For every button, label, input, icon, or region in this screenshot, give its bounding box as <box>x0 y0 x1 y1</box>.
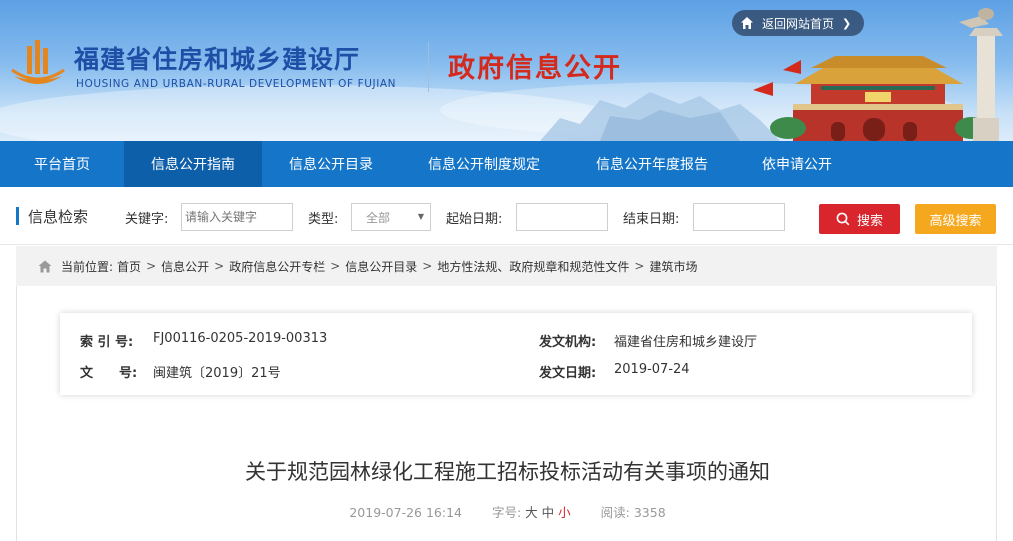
keyword-input[interactable] <box>181 203 293 231</box>
index-number-value: FJ00116-0205-2019-00313 <box>153 331 328 346</box>
type-select[interactable]: 全部 ▼ <box>351 203 431 231</box>
issue-date-value: 2019-07-24 <box>614 362 690 377</box>
breadcrumb-separator: > <box>634 259 645 273</box>
issuer-label: 发文机构: <box>539 335 597 350</box>
font-size-large[interactable]: 大 <box>525 505 538 520</box>
breadcrumb-separator: > <box>422 259 433 273</box>
nav-item-disclosure-catalog[interactable]: 信息公开目录 <box>262 141 400 187</box>
brand-divider <box>428 42 429 92</box>
breadcrumb-prefix: 当前位置: <box>61 259 114 274</box>
site-banner: 福建省住房和城乡建设厅 HOUSING AND URBAN-RURAL DEVE… <box>0 0 1013 141</box>
search-icon <box>836 212 850 226</box>
home-icon <box>38 260 52 272</box>
end-date-input[interactable] <box>693 203 785 231</box>
main-nav: 平台首页 信息公开指南 信息公开目录 信息公开制度规定 信息公开年度报告 依申请… <box>0 141 1013 187</box>
font-size-small[interactable]: 小 <box>558 505 571 520</box>
info-search-bar: 信息检索 关键字: 类型: 全部 ▼ 起始日期: 结束日期: 搜索 高级搜索 <box>0 187 1013 245</box>
nav-item-annual-report[interactable]: 信息公开年度报告 <box>568 141 736 187</box>
brand-name-cn: 福建省住房和城乡建设厅 <box>74 45 361 74</box>
breadcrumb-item-info-disclosure[interactable]: 信息公开 <box>161 258 209 275</box>
nav-item-disclosure-guide[interactable]: 信息公开指南 <box>124 141 262 187</box>
home-icon <box>741 17 753 29</box>
document-number-label: 文 号: <box>80 366 138 381</box>
breadcrumb-separator: > <box>146 259 157 273</box>
breadcrumb-item-catalog[interactable]: 信息公开目录 <box>345 258 417 275</box>
views-label: 阅读: <box>600 505 630 520</box>
search-title: 信息检索 <box>28 208 89 226</box>
breadcrumb-item-home[interactable]: 首页 <box>117 258 141 275</box>
return-home-label: 返回网站首页 <box>762 16 835 31</box>
breadcrumb-separator: > <box>214 259 225 273</box>
index-number-label: 索 引 号: <box>80 335 134 350</box>
issue-date-label: 发文日期: <box>539 366 597 381</box>
breadcrumb-separator: > <box>330 259 341 273</box>
nav-item-platform-home[interactable]: 平台首页 <box>0 141 124 187</box>
type-label: 类型: <box>308 212 339 227</box>
search-button[interactable]: 搜索 <box>819 204 900 234</box>
breadcrumb-item-column[interactable]: 政府信息公开专栏 <box>229 258 325 275</box>
brand-name-en: HOUSING AND URBAN-RURAL DEVELOPMENT OF F… <box>76 78 397 90</box>
article-info: 2019-07-26 16:14 字号: 大 中 小 阅读: 3358 <box>17 502 998 521</box>
end-date-label: 结束日期: <box>623 212 680 227</box>
type-select-value: 全部 <box>366 210 391 225</box>
start-date-label: 起始日期: <box>446 212 503 227</box>
caret-down-icon: ▼ <box>417 212 424 221</box>
document-number-value: 闽建筑〔2019〕21号 <box>153 366 281 381</box>
department-logo <box>11 40 65 84</box>
breadcrumb-item-regulations[interactable]: 地方性法规、政府规章和规范性文件 <box>437 258 629 275</box>
start-date-input[interactable] <box>516 203 608 231</box>
breadcrumb-item-construction-market[interactable]: 建筑市场 <box>649 258 697 275</box>
nav-item-apply-disclosure[interactable]: 依申请公开 <box>736 141 858 187</box>
nav-item-disclosure-rules[interactable]: 信息公开制度规定 <box>400 141 568 187</box>
breadcrumb: 当前位置: 首页 > 信息公开 > 政府信息公开专栏 > 信息公开目录 > 地方… <box>16 246 997 286</box>
return-home-link[interactable]: 返回网站首页 ❯ <box>732 10 864 36</box>
section-marker <box>16 207 19 225</box>
publish-time: 2019-07-26 16:14 <box>349 505 462 520</box>
issuer-value: 福建省住房和城乡建设厅 <box>614 335 758 350</box>
article-title: 关于规范园林绿化工程施工招标投标活动有关事项的通知 <box>245 460 770 484</box>
advanced-search-button[interactable]: 高级搜索 <box>915 204 996 234</box>
views-count: 3358 <box>633 505 666 520</box>
font-size-medium[interactable]: 中 <box>542 505 555 520</box>
chevron-right-icon: ❯ <box>842 16 852 30</box>
font-size-label: 字号: <box>491 505 522 520</box>
keyword-label: 关键字: <box>125 212 169 227</box>
document-meta-card: 索 引 号: FJ00116-0205-2019-00313 发文机构: 福建省… <box>60 313 972 395</box>
article-content: 索 引 号: FJ00116-0205-2019-00313 发文机构: 福建省… <box>16 286 997 541</box>
search-button-label: 搜索 <box>856 213 883 229</box>
